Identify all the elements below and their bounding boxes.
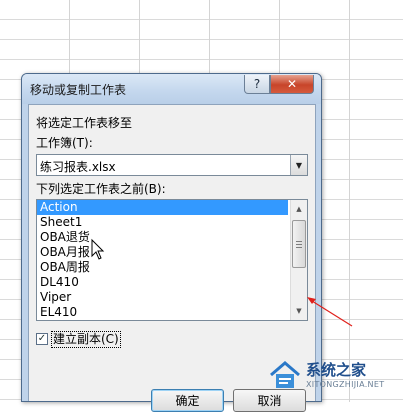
workbook-select-value: 练习报表.xlsx [40,160,116,174]
scroll-down-icon: ▼ [296,307,302,315]
help-button[interactable]: ? [244,75,270,94]
site-watermark: 系统之家 XITONGZHIJIA.NET [262,354,403,402]
help-icon: ? [253,77,261,91]
dropdown-arrow-button[interactable]: ▼ [290,155,307,175]
sheet-list-item[interactable]: DL410 [37,275,288,290]
sheet-list-item[interactable]: EL410 [37,305,288,320]
watermark-url: XITONGZHIJIA.NET [306,380,385,389]
ok-button[interactable]: 确定 [151,389,224,412]
move-copy-sheet-dialog: 移动或复制工作表 ? ✕ 将选定工作表移至 工作簿(T): 练习报表.xlsx … [21,73,322,412]
sheet-list-item[interactable]: OBA月报 [37,245,288,260]
create-copy-label[interactable]: 建立副本(C) [51,331,121,348]
dialog-title-bar[interactable]: 移动或复制工作表 ? ✕ [22,74,321,104]
scroll-up-icon: ▲ [296,205,302,213]
close-button[interactable]: ✕ [270,75,314,94]
dialog-title: 移动或复制工作表 [30,83,127,97]
create-copy-checkbox[interactable]: ✓ [36,333,48,345]
sheet-list-item[interactable]: Sheet1 [37,215,288,230]
sheet-list-item[interactable]: OBA周报 [37,260,288,275]
sheet-list-item[interactable]: Viper [37,290,288,305]
before-sheet-label: 下列选定工作表之前(B): [36,182,166,196]
move-to-label: 将选定工作表移至 [36,116,133,130]
house-logo-icon [270,361,300,388]
thumb-grip-line [296,244,302,245]
ok-button-label: 确定 [175,394,200,408]
thumb-grip-line [296,247,302,248]
sheet-list: Action Sheet1 OBA退货 OBA月报 OBA周报 DL410 Viper EL4… [37,200,307,320]
workbook-select[interactable]: 练习报表.xlsx ▼ [36,154,308,176]
workbook-label: 工作簿(T): [36,136,93,150]
sheet-list-item[interactable]: OBA退货 [37,230,288,245]
checkmark-icon: ✓ [37,333,47,344]
scroll-down-button[interactable]: ▼ [291,303,307,319]
close-icon: ✕ [286,77,298,91]
sheet-list-item[interactable]: Action [37,200,288,215]
chevron-down-icon: ▼ [295,160,303,170]
listbox-scrollbar[interactable]: ▲ ▼ [290,200,307,320]
scrollbar-thumb[interactable] [292,220,306,268]
watermark-title: 系统之家 [306,361,367,379]
thumb-grip-line [296,241,302,242]
scroll-up-button[interactable]: ▲ [291,201,307,217]
sheet-listbox[interactable]: Action Sheet1 OBA退货 OBA月报 OBA周报 DL410 Viper EL4… [36,199,308,321]
